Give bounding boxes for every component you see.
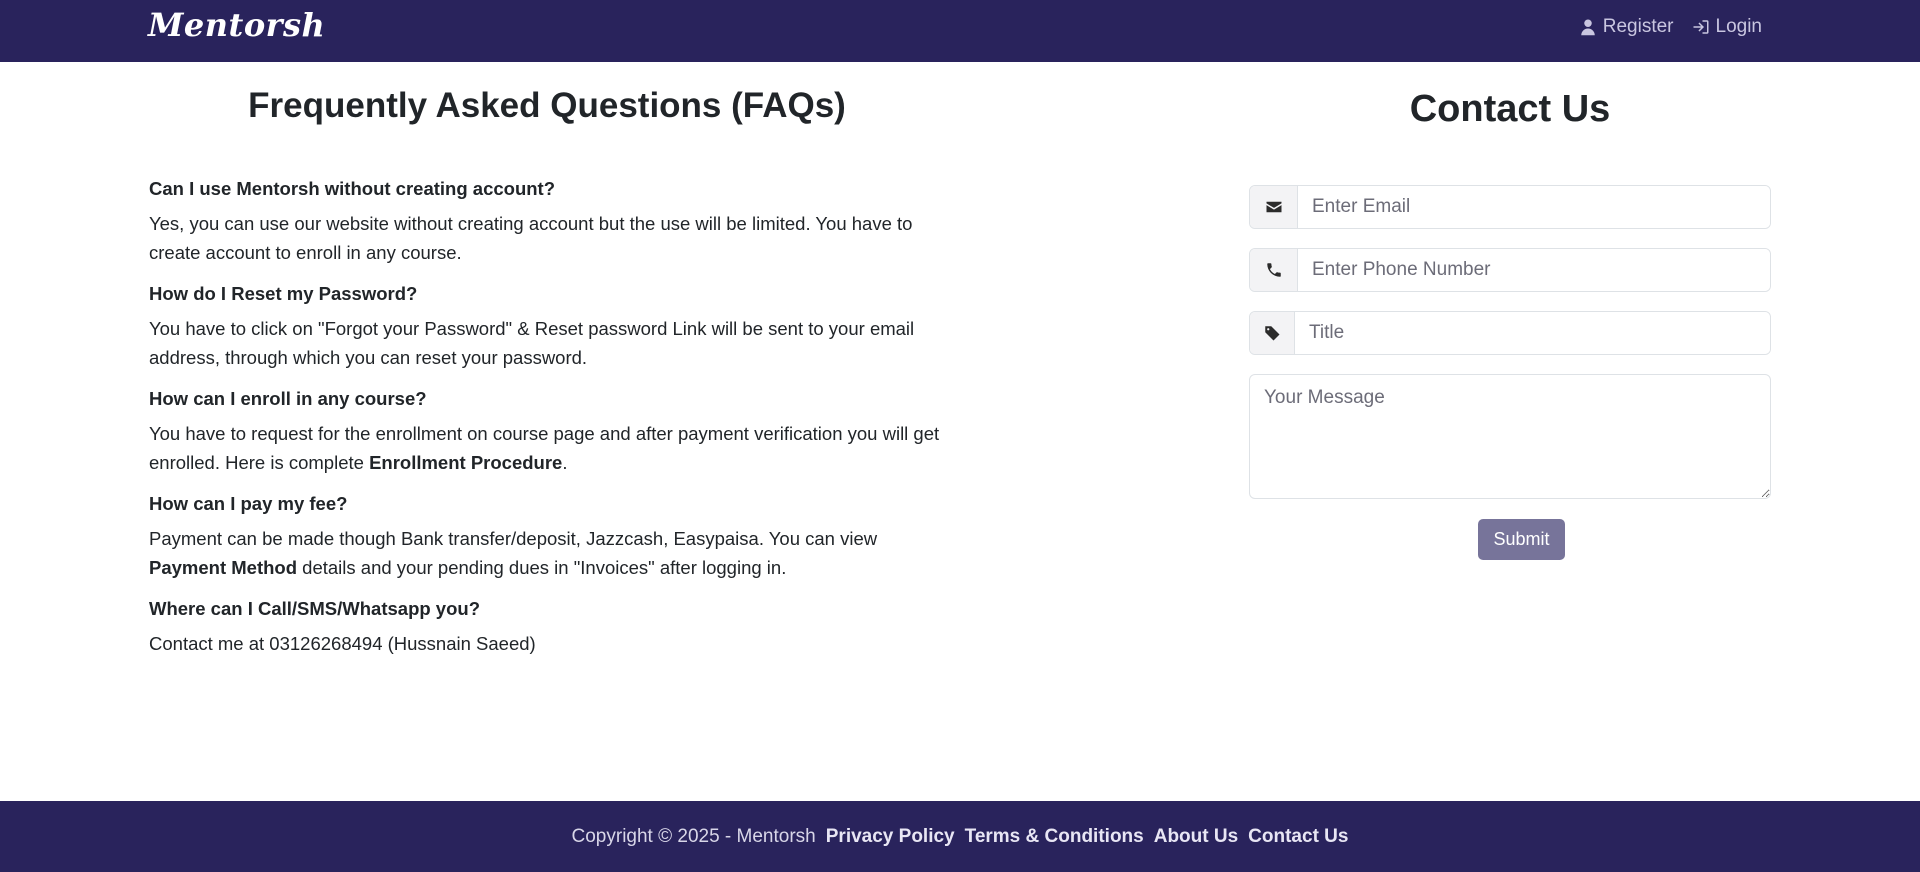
faq-item: How can I pay my fee? Payment can be mad… <box>149 493 949 582</box>
footer-copyright: Copyright © 2025 - Mentorsh <box>571 825 816 847</box>
faq-item: Where can I Call/SMS/Whatsapp you? Conta… <box>149 598 949 659</box>
email-input[interactable] <box>1298 186 1770 228</box>
login-label: Login <box>1715 16 1763 37</box>
footer-link-contact-us[interactable]: Contact Us <box>1248 826 1348 848</box>
tag-icon <box>1264 326 1280 341</box>
user-icon <box>1581 19 1595 36</box>
tag-icon-box <box>1250 312 1295 354</box>
login-link[interactable]: Login <box>1692 16 1763 38</box>
faq-item: How do I Reset my Password? You have to … <box>149 283 949 372</box>
title-input-group <box>1249 311 1771 355</box>
faq-answer: Contact me at 03126268494 (Hussnain Saee… <box>149 633 536 654</box>
payment-method-link[interactable]: Payment Method <box>149 557 297 578</box>
envelope-icon <box>1266 201 1281 213</box>
footer: Copyright © 2025 - Mentorsh Privacy Poli… <box>0 801 1920 872</box>
enrollment-procedure-link[interactable]: Enrollment Procedure <box>369 452 562 473</box>
answer-text: . <box>562 451 568 473</box>
faq-answer: Payment can be made though Bank transfer… <box>149 525 949 582</box>
faq-item: How can I enroll in any course? You have… <box>149 388 949 477</box>
register-link[interactable]: Register <box>1579 16 1674 38</box>
phone-icon-box <box>1250 249 1298 291</box>
faq-item: Can I use Mentorsh without creating acco… <box>149 178 949 267</box>
faq-question: How can I enroll in any course? <box>149 388 427 409</box>
email-input-group <box>1249 185 1771 229</box>
phone-input-group <box>1249 248 1771 292</box>
phone-input[interactable] <box>1298 249 1770 291</box>
faq-question: Can I use Mentorsh without creating acco… <box>149 178 556 199</box>
answer-text: Payment can be made though Bank transfer… <box>149 528 878 549</box>
footer-link-privacy-policy[interactable]: Privacy Policy <box>826 826 955 848</box>
faq-question: How can I pay my fee? <box>149 493 348 514</box>
faq-question: Where can I Call/SMS/Whatsapp you? <box>149 598 480 619</box>
footer-link-about-us[interactable]: About Us <box>1154 826 1238 848</box>
phone-icon <box>1266 263 1281 277</box>
nav-links: Register Login <box>1579 16 1762 38</box>
footer-link-terms[interactable]: Terms & Conditions <box>965 826 1144 848</box>
brand-logo[interactable]: Mentorsh <box>148 6 325 44</box>
register-label: Register <box>1602 16 1674 37</box>
title-input[interactable] <box>1295 312 1770 354</box>
top-navbar: Mentorsh Register Login <box>0 0 1920 62</box>
answer-text: details and your pending dues in "Invoic… <box>297 556 787 578</box>
faq-answer: You have to request for the enrollment o… <box>149 420 949 477</box>
faq-answer: You have to click on "Forgot your Passwo… <box>149 318 915 368</box>
submit-button[interactable]: Submit <box>1478 519 1565 560</box>
envelope-icon-box <box>1250 186 1298 228</box>
faq-answer: Yes, you can use our website without cre… <box>149 213 913 263</box>
message-textarea[interactable] <box>1249 374 1771 499</box>
faq-title: Frequently Asked Questions (FAQs) <box>248 86 846 125</box>
sign-in-icon <box>1693 20 1708 34</box>
faq-question: How do I Reset my Password? <box>149 283 418 304</box>
faq-list: Can I use Mentorsh without creating acco… <box>149 178 949 675</box>
contact-title: Contact Us <box>1409 88 1611 130</box>
